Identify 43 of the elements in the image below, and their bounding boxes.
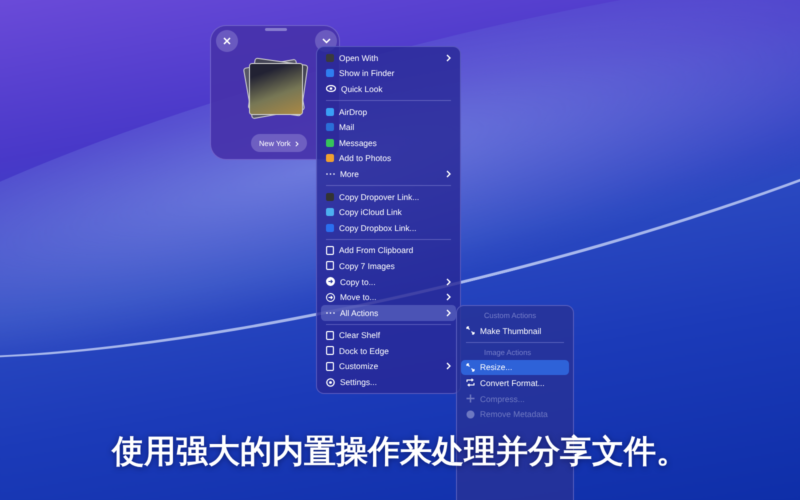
chevron-right-icon [446,170,451,178]
menu-item[interactable]: AirDrop [321,104,456,120]
menu-item[interactable]: Open With [321,50,456,66]
menu-item[interactable]: Settings... [321,374,456,390]
menu-item[interactable]: Quick Look [321,81,456,97]
chevron-right-icon [446,54,451,62]
menu-item[interactable]: Copy Dropbox Link... [321,220,456,236]
menu-item[interactable]: Copy to... [321,274,456,290]
menu-item[interactable]: More [321,166,456,182]
more-icon [326,172,335,175]
menu-item[interactable]: Messages [321,134,456,151]
more-icon [326,312,335,314]
compress-icon [466,394,475,404]
eye-icon [326,85,336,92]
menu-item[interactable]: All Actions [321,304,456,320]
circle-arrow-icon [326,277,335,286]
chevron-right-icon [294,140,299,147]
close-button[interactable] [216,30,238,52]
resize-icon [466,362,475,372]
menu-item[interactable]: Move to... [321,289,456,305]
menu-item[interactable]: Add From Clipboard [321,242,456,258]
menu-item[interactable]: Resize... [461,360,569,376]
chevron-right-icon [446,362,451,370]
menu-item[interactable]: Dock to Edge [321,343,456,359]
menu-item[interactable]: Add to Photos [321,150,456,166]
menu-item[interactable]: Mail [321,119,456,135]
circle-arrow-icon [326,292,335,302]
menu-item[interactable]: Convert Format... [461,375,569,391]
chevron-down-icon [322,38,330,44]
menu-item[interactable]: Copy iCloud Link [321,204,456,220]
menu-item[interactable]: Copy Dropover Link... [321,188,456,204]
menu-item[interactable]: Copy 7 Images [321,258,456,274]
settings-icon [326,378,335,387]
tag-icon [466,410,475,419]
menu-item[interactable]: Make Thumbnail [461,323,569,339]
drag-handle[interactable] [265,28,287,31]
menu-item[interactable]: Show in Finder [321,66,456,82]
menu-item[interactable]: Clear Shelf [321,328,456,344]
menu-item[interactable]: Customize [321,358,456,374]
convert-icon [466,378,475,388]
close-icon [223,37,231,45]
caption-text: 使用强大的内置操作来处理并分享文件。 [110,431,689,472]
resize-icon [466,326,475,336]
